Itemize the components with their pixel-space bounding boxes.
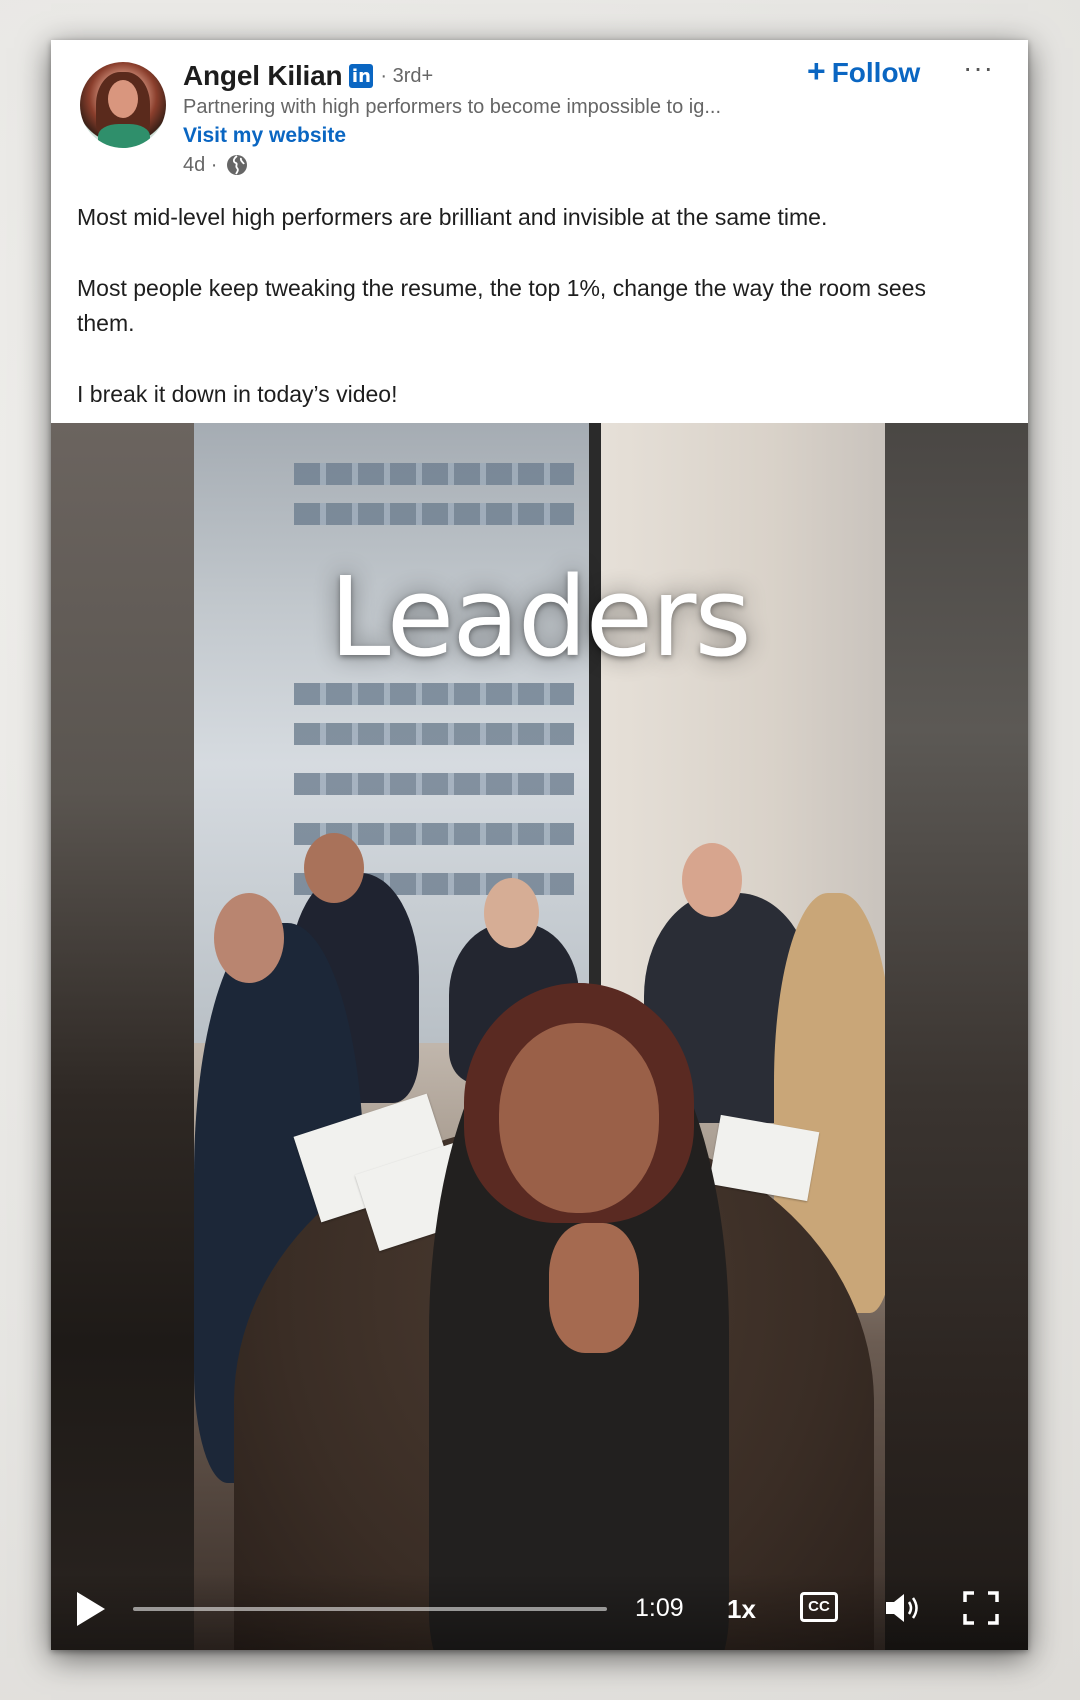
progress-bar[interactable]	[133, 1607, 607, 1611]
video-player[interactable]: Leaders 1:09 1x CC	[51, 423, 1028, 1650]
author-name[interactable]: Angel Kilian	[183, 60, 343, 92]
post-age: 4d ·	[183, 153, 218, 176]
video-caption-overlay: Leaders	[329, 553, 751, 681]
more-options-icon[interactable]: ···	[963, 52, 994, 84]
plus-icon: +	[807, 53, 826, 89]
video-time: 1:09	[635, 1594, 684, 1622]
play-icon[interactable]	[77, 1592, 105, 1626]
author-avatar[interactable]	[80, 62, 166, 148]
post-body: Most mid-level high performers are brill…	[77, 200, 977, 412]
follow-label: Follow	[831, 57, 921, 88]
fullscreen-icon[interactable]	[963, 1591, 999, 1625]
author-headline: Partnering with high performers to becom…	[183, 96, 722, 118]
playback-speed-button[interactable]: 1x	[727, 1594, 756, 1625]
post-paragraph: Most mid-level high performers are brill…	[77, 204, 828, 230]
connection-degree: · 3rd+	[380, 64, 434, 87]
volume-icon[interactable]	[884, 1591, 924, 1625]
video-controls: 1:09 1x CC	[51, 1573, 1028, 1650]
post-paragraph: I break it down in today’s video!	[77, 381, 398, 407]
follow-button[interactable]: + Follow	[807, 53, 920, 90]
post-meta: 4d ·	[183, 153, 249, 177]
linkedin-icon: in	[349, 64, 374, 88]
post-card: Angel Kilian in · 3rd+ Partnering with h…	[51, 40, 1028, 1650]
globe-icon	[227, 155, 248, 175]
author-name-row: Angel Kilian in · 3rd+	[183, 60, 433, 92]
visit-website-link[interactable]: Visit my website	[183, 124, 346, 148]
closed-captions-icon[interactable]: CC	[800, 1592, 838, 1622]
post-paragraph: Most people keep tweaking the resume, th…	[77, 275, 926, 336]
